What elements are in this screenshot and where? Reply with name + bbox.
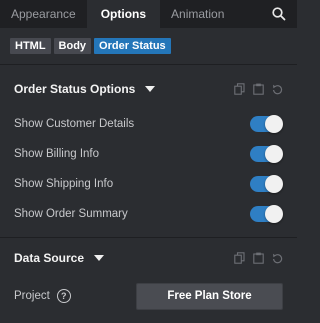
show-customer-details-toggle[interactable] — [250, 115, 283, 133]
breadcrumb-body[interactable]: Body — [53, 38, 92, 54]
project-row: Project ? Free Plan Store — [0, 276, 297, 316]
section-title: Order Status Options — [14, 82, 136, 96]
section-tools — [234, 252, 283, 264]
toggle-label: Show Order Summary — [14, 208, 128, 220]
copy-icon[interactable] — [234, 83, 245, 95]
reset-icon[interactable] — [272, 83, 283, 95]
paste-icon[interactable] — [253, 252, 264, 264]
caret-down-icon[interactable] — [145, 86, 156, 92]
paste-icon[interactable] — [253, 83, 264, 95]
toggle-row-billing-info: Show Billing Info — [0, 139, 297, 169]
show-shipping-info-toggle[interactable] — [250, 175, 283, 193]
breadcrumb: HTML Body Order Status — [0, 28, 297, 64]
toggle-row-order-summary: Show Order Summary — [0, 199, 297, 229]
panel-tab-bar: Appearance Options Animation — [0, 0, 297, 28]
copy-icon[interactable] — [234, 252, 245, 264]
section-title: Data Source — [14, 251, 85, 265]
toggle-label: Show Billing Info — [14, 148, 100, 160]
tab-options[interactable]: Options — [86, 0, 161, 28]
order-status-section-header[interactable]: Order Status Options — [0, 71, 297, 107]
divider — [0, 237, 297, 238]
toggle-row-customer-details: Show Customer Details — [0, 109, 297, 139]
project-label: Project — [14, 290, 50, 302]
toggle-knob — [265, 205, 283, 223]
help-icon[interactable]: ? — [56, 289, 71, 303]
toggle-label: Show Shipping Info — [14, 178, 114, 190]
breadcrumb-order-status[interactable]: Order Status — [94, 38, 171, 54]
show-billing-info-toggle[interactable] — [250, 145, 283, 163]
section-tools — [234, 83, 283, 95]
search-icon[interactable] — [271, 6, 287, 22]
toggle-label: Show Customer Details — [14, 118, 135, 130]
tab-animation[interactable]: Animation — [160, 0, 235, 28]
order-status-options: Show Customer Details Show Billing Info … — [0, 109, 297, 229]
reset-icon[interactable] — [272, 252, 283, 264]
toggle-knob — [265, 175, 283, 193]
toggle-row-shipping-info: Show Shipping Info — [0, 169, 297, 199]
project-select-button[interactable]: Free Plan Store — [136, 282, 283, 310]
data-source-section-header[interactable]: Data Source — [0, 240, 297, 276]
breadcrumb-html[interactable]: HTML — [10, 38, 51, 54]
toggle-knob — [265, 145, 283, 163]
divider — [0, 64, 297, 65]
show-order-summary-toggle[interactable] — [250, 205, 283, 223]
caret-down-icon[interactable] — [94, 255, 105, 261]
toggle-knob — [265, 115, 283, 133]
tab-appearance[interactable]: Appearance — [0, 0, 87, 28]
